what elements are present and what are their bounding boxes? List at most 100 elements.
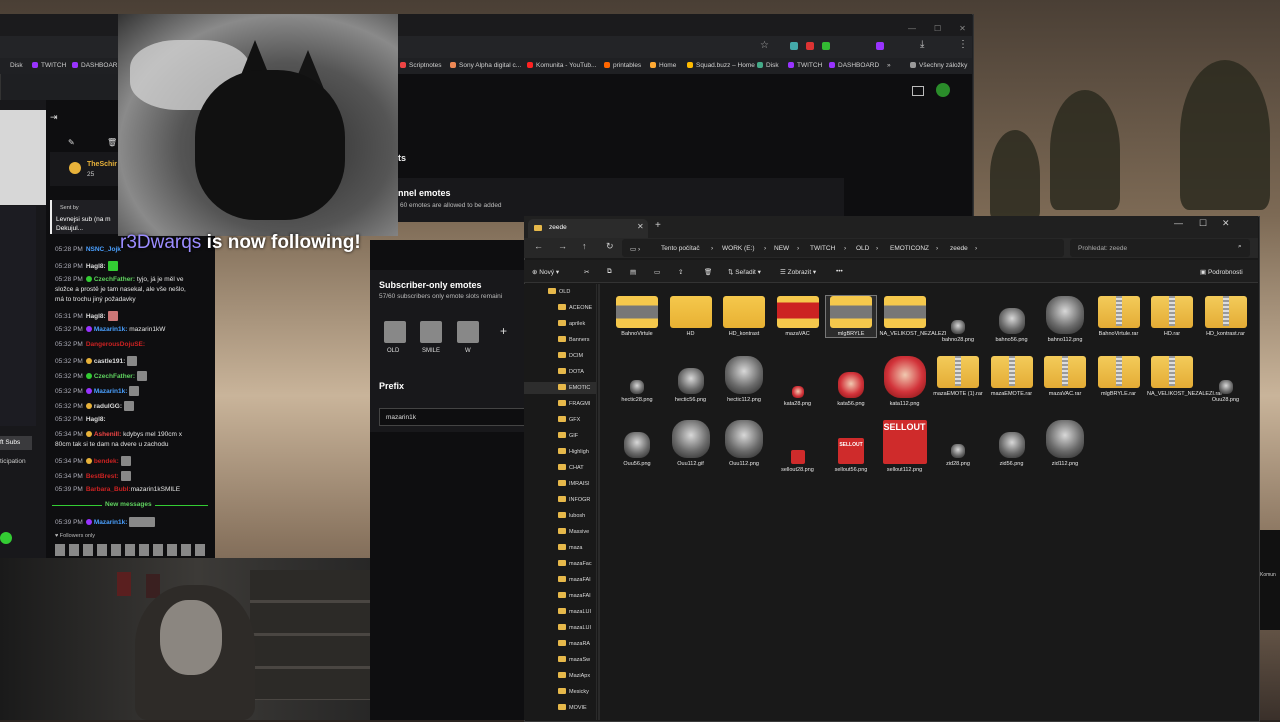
file-item[interactable]: HD_kontrast.rar — [1201, 296, 1251, 337]
bookmark[interactable]: Komunita - YouTub... — [527, 62, 596, 69]
rename-icon[interactable]: ▭ — [654, 268, 660, 276]
share-icon[interactable]: ⇪ — [678, 268, 683, 276]
file-item[interactable]: mlgBRYLE.rar — [1094, 356, 1144, 397]
sidebar-folder[interactable]: MOVIE — [558, 704, 587, 711]
sidebar-folder[interactable]: mazaSw — [558, 656, 590, 663]
close-icon[interactable]: ✕ — [1222, 218, 1230, 229]
prefix-input[interactable]: mazarin1k — [379, 408, 525, 426]
sidebar-folder[interactable]: mazaFac — [558, 560, 592, 567]
sidebar-folder[interactable]: MaziApx — [558, 672, 590, 679]
bookmark[interactable]: Sony Alpha digital c... — [450, 62, 521, 69]
bookmark[interactable]: Disk — [757, 62, 779, 69]
menu-icon[interactable]: ⋮ — [958, 39, 968, 50]
file-item[interactable]: mlgBRYLE — [825, 295, 877, 338]
file-item[interactable]: Ouu112.gif — [666, 420, 716, 467]
copy-icon[interactable]: ⧉ — [607, 268, 612, 276]
sidebar-folder[interactable]: FRAGMI — [558, 400, 590, 407]
file-item[interactable]: hectic28.png — [612, 356, 662, 403]
pin-icon[interactable]: ✎ — [68, 138, 75, 147]
file-item[interactable]: Ouu28.png — [1201, 356, 1251, 403]
new-button[interactable]: ⊕ Nový ▾ — [532, 268, 559, 276]
bookmarks-more[interactable]: » — [887, 62, 891, 69]
sidebar-folder[interactable]: mazaLUI — [558, 608, 591, 615]
file-item[interactable]: NA_VELIKOST_NEZALEZI.rar — [1147, 356, 1222, 397]
bookmark[interactable]: DASHBOARD — [829, 62, 879, 69]
leaderboard-card[interactable]: TheSchir 25 — [50, 152, 118, 186]
extension-icon[interactable] — [876, 42, 884, 50]
file-item[interactable]: BahnoVirtule.rar — [1094, 296, 1144, 337]
sidebar-folder[interactable]: ACEONE — [558, 304, 592, 311]
file-item[interactable]: hectic56.png — [666, 356, 716, 403]
minimize-icon[interactable]: — — [908, 24, 916, 33]
close-tab-icon[interactable]: ✕ — [637, 222, 644, 231]
maximize-icon[interactable]: ☐ — [934, 24, 941, 33]
bookmark[interactable]: Všechny záložky — [910, 62, 967, 69]
paste-icon[interactable]: ▤ — [630, 268, 636, 276]
sidebar-folder[interactable]: INFOGR — [558, 496, 590, 503]
sidebar-scrollbar[interactable] — [598, 284, 600, 720]
delete-icon[interactable]: 🗑 — [704, 268, 712, 276]
emote-tile[interactable] — [457, 321, 479, 343]
file-item[interactable]: bahno28.png — [933, 296, 983, 343]
sidebar-folder[interactable]: CHAT — [558, 464, 584, 471]
file-item[interactable]: zid28.png — [933, 420, 983, 467]
bookmark[interactable]: DASHBOARD — [72, 62, 122, 69]
file-item[interactable]: HD — [666, 296, 716, 337]
file-item[interactable]: Ouu56.png — [612, 420, 662, 467]
emote-tile[interactable] — [420, 321, 442, 343]
details-button[interactable]: ▣ Podrobnosti — [1200, 268, 1243, 276]
emote-tile[interactable] — [384, 321, 406, 343]
file-item[interactable]: hectic112.png — [719, 356, 769, 403]
refresh-icon[interactable]: ↻ — [606, 241, 614, 252]
sidebar-folder[interactable]: GFX — [558, 416, 580, 423]
file-item[interactable]: kata112.png — [880, 356, 930, 407]
file-item[interactable]: mazaVAC.rar — [1040, 356, 1090, 397]
sidebar-folder[interactable]: Mesicky — [558, 688, 589, 695]
screen-icon[interactable] — [912, 86, 924, 96]
breadcrumb-item[interactable]: zeede — [950, 245, 968, 252]
browser-window-controls[interactable]: — ☐ ✕ — [890, 18, 966, 36]
file-item[interactable]: kata28.png — [773, 356, 823, 407]
forward-icon[interactable]: → — [558, 241, 567, 251]
back-icon[interactable]: ← — [534, 241, 543, 251]
sidebar-folder[interactable]: EMOTIC — [558, 384, 590, 391]
bookmark[interactable]: Home — [650, 62, 676, 69]
collapse-icon[interactable]: ⇥ — [50, 112, 58, 123]
file-item[interactable]: zid56.png — [987, 420, 1037, 467]
sidebar-folder[interactable]: OLD — [548, 288, 570, 295]
file-item[interactable]: Ouu112.png — [719, 420, 769, 467]
address-bar[interactable]: ▭ › Tento počítač › WORK (E:) › NEW › TW… — [622, 239, 1064, 257]
download-icon[interactable]: ⤓ — [920, 39, 924, 50]
sidebar-folder[interactable]: DOTA — [558, 368, 584, 375]
file-item[interactable]: mazaVAC — [773, 296, 823, 337]
file-item[interactable]: sellout28.png — [773, 420, 823, 473]
search-field[interactable]: Prohledat: zeede ⌕ — [1070, 239, 1250, 257]
sidebar-folder[interactable]: mazaRA — [558, 640, 590, 647]
file-item[interactable]: NA_VELIKOST_NEZALEZI — [880, 296, 946, 337]
sidebar-folder[interactable]: GIF — [558, 432, 578, 439]
up-icon[interactable]: ↑ — [582, 241, 587, 251]
cut-icon[interactable]: ✂ — [584, 268, 589, 276]
bookmark[interactable]: Disk — [10, 62, 23, 69]
file-item[interactable]: BahnoVirtule — [612, 296, 662, 337]
sidebar-folder[interactable]: Massive — [558, 528, 589, 535]
star-icon[interactable]: ☆ — [760, 40, 769, 51]
sidebar-folder[interactable]: mazaFAI — [558, 592, 591, 599]
file-item[interactable]: mazaEMOTE (1).rar — [933, 356, 983, 397]
extension-icon[interactable] — [790, 42, 798, 50]
file-item[interactable]: SELLOUT sellout112.png — [880, 420, 930, 473]
file-item[interactable]: SELLOUT sellout56.png — [826, 420, 876, 473]
avatar[interactable] — [936, 83, 950, 97]
sidebar-folder[interactable]: maza — [558, 544, 582, 551]
file-item[interactable]: HD.rar — [1147, 296, 1197, 337]
sidebar-folder[interactable]: mazaFAI — [558, 576, 591, 583]
trash-icon[interactable]: 🗑 — [107, 138, 117, 147]
add-emote-button[interactable]: + — [500, 324, 507, 338]
emote-bar[interactable] — [55, 544, 205, 556]
bookmark[interactable]: Scriptnotes — [400, 62, 442, 69]
extension-icon[interactable] — [806, 42, 814, 50]
breadcrumb-item[interactable]: TWITCH — [810, 245, 835, 252]
bookmark[interactable]: Squad.buzz – Home — [687, 62, 755, 69]
breadcrumb-item[interactable]: OLD — [856, 245, 869, 252]
minimize-icon[interactable]: — — [1174, 218, 1183, 228]
